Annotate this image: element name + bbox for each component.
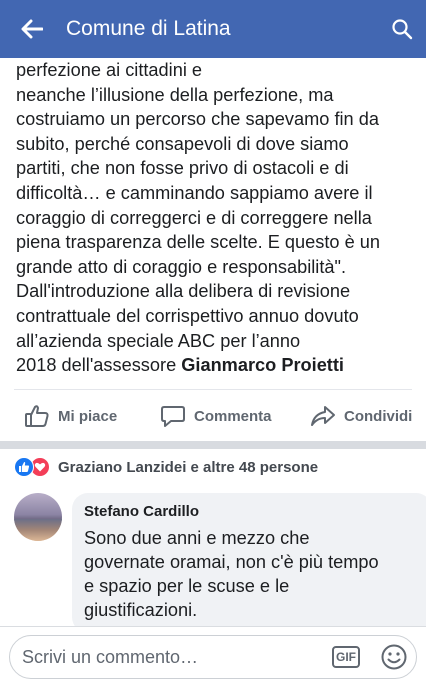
like-icon <box>14 457 34 477</box>
post-last-line-text: 2018 dell'assessore <box>16 355 182 376</box>
comment-line: giustificazioni. <box>84 600 198 620</box>
comment-line: governate oramai, non c'è più tempo <box>84 552 379 572</box>
share-label: Condividi <box>344 407 413 425</box>
comment-button[interactable]: Commenta <box>160 403 272 429</box>
thumbs-up-icon <box>25 405 49 427</box>
share-button[interactable]: Condividi <box>310 403 412 429</box>
post-line: grande atto di coraggio e responsabilità… <box>16 256 347 277</box>
post-line: all’azienda speciale ABC per l’anno <box>16 330 301 351</box>
top-app-bar: Comune di Latina <box>0 0 426 58</box>
speech-bubble-icon <box>161 406 185 427</box>
reactions-text: Graziano Lanzidei e altre 48 persone <box>58 458 319 476</box>
comment-input-placeholder: Scrivi un commento… <box>22 646 199 667</box>
gif-button[interactable]: GIF <box>332 646 360 668</box>
back-arrow-icon <box>21 19 43 39</box>
like-label: Mi piace <box>58 407 118 425</box>
comment-text: Sono due anni e mezzo che governate oram… <box>84 526 420 622</box>
search-button[interactable] <box>378 0 426 58</box>
comment-bubble: Stefano Cardillo Sono due anni e mezzo c… <box>72 493 426 633</box>
back-button[interactable] <box>0 0 64 58</box>
post-line: neanche l’illusione della perfezione, ma <box>16 84 334 105</box>
comment-input[interactable]: Scrivi un commento… GIF <box>9 635 417 679</box>
post-line: contrattuale del corrispettivo annuo dov… <box>16 305 359 326</box>
author-mention-link[interactable]: Gianmarco Proietti <box>181 355 344 375</box>
post-line: subito, perché consapevoli di dove siamo <box>16 133 349 154</box>
like-button[interactable]: Mi piace <box>24 403 117 429</box>
section-separator <box>0 441 426 449</box>
post-line: Dall'introduzione alla delibera di revis… <box>16 281 351 302</box>
post-line: coraggio di correggerci e di correggere … <box>16 207 372 228</box>
post-actions: Mi piace Commenta Condividi <box>0 392 426 440</box>
page-title: Comune di Latina <box>66 17 231 40</box>
comment-author[interactable]: Stefano Cardillo <box>84 503 420 520</box>
emoji-icon <box>381 644 407 670</box>
search-icon <box>392 19 413 40</box>
divider <box>14 389 412 390</box>
post-line: piena trasparenza delle scelte. E questo… <box>16 232 380 253</box>
post-last-line: 2018 dell'assessore Gianmarco Proietti <box>16 353 414 378</box>
post-body: perfezione ai cittadini e neanche l’illu… <box>16 58 414 378</box>
share-arrow-icon <box>311 406 335 426</box>
reactions-summary[interactable]: Graziano Lanzidei e altre 48 persone <box>14 456 318 478</box>
post-line: costruiamo un percorso che sapevamo fin … <box>16 109 379 130</box>
post-line: partiti, che non fosse privo di ostacoli… <box>16 158 349 179</box>
avatar[interactable] <box>14 493 62 541</box>
comment-line: e spazio per le scuse e le <box>84 576 290 596</box>
post-line: perfezione ai cittadini e <box>16 60 203 80</box>
emoji-button[interactable] <box>380 643 408 671</box>
comment-composer-bar: Scrivi un commento… GIF <box>0 626 426 687</box>
comment-label: Commenta <box>194 407 272 425</box>
comment-line: Sono due anni e mezzo che <box>84 528 310 548</box>
reaction-icons <box>14 457 54 477</box>
post-line: difficoltà… e camminando sappiamo avere … <box>16 182 373 203</box>
